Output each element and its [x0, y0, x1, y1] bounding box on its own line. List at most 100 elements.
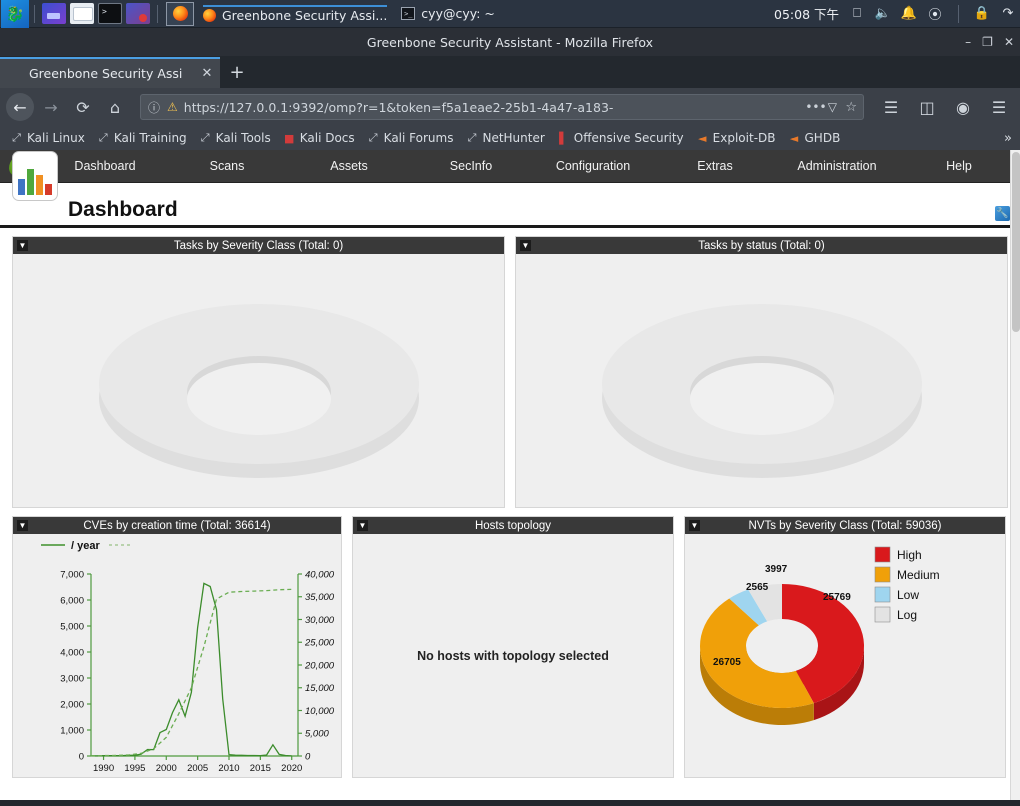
menu-item-help[interactable]: Help — [898, 151, 1020, 181]
chevron-down-icon[interactable]: ▼ — [17, 240, 28, 251]
browser-tab[interactable]: Greenbone Security Assi ✕ — [0, 57, 220, 88]
bookmark-ghdb[interactable]: ◄ GHDB — [784, 130, 845, 146]
close-icon[interactable]: ✕ — [200, 66, 214, 81]
firefox-launcher[interactable] — [166, 1, 194, 26]
bookmark-label: Kali Tools — [215, 131, 271, 145]
bookmark-exploit-db[interactable]: ◄ Exploit-DB — [692, 130, 780, 146]
back-button[interactable]: ← — [6, 93, 34, 121]
updates-icon[interactable]: ⦿ — [927, 6, 943, 23]
taskbar-divider — [34, 4, 35, 23]
axis-tick-label: 0 — [79, 751, 84, 762]
bell-icon[interactable]: 🔔 — [901, 6, 917, 22]
bookmarks-toolbar: ⤢ Kali Linux ⤢ Kali Training ⤢ Kali Tool… — [0, 126, 1020, 150]
menu-item-dashboard[interactable]: Dashboard — [44, 151, 166, 181]
menu-icon[interactable]: ☰ — [984, 93, 1014, 121]
axis-tick-label: 6,000 — [60, 595, 84, 606]
volume-icon[interactable]: 🔈 — [875, 6, 891, 22]
firefox-icon — [172, 6, 188, 21]
maximize-button[interactable]: ❐ — [982, 35, 993, 49]
kali-dragon-icon[interactable]: 🐉 — [1, 0, 29, 28]
axis-tick-label: 1995 — [124, 763, 145, 774]
pocket-icon[interactable]: ▽ — [825, 100, 839, 114]
forward-button[interactable]: → — [36, 93, 66, 121]
chevron-down-icon[interactable]: ▼ — [520, 240, 531, 251]
tasks-severity-empty-donut-chart — [98, 303, 419, 478]
account-icon[interactable]: ◉ — [948, 93, 978, 121]
page-actions-icon[interactable]: ••• — [805, 100, 826, 114]
tab-strip: Greenbone Security Assi ✕ + — [0, 56, 1020, 88]
menu-item-assets[interactable]: Assets — [288, 151, 410, 181]
legend-label-medium: Medium — [897, 568, 940, 582]
bookmark-kali-docs[interactable]: ■ Kali Docs — [279, 130, 359, 146]
wrench-edit-icon[interactable]: 🔧 — [995, 206, 1010, 221]
axis-tick-label: 2005 — [187, 763, 208, 774]
insecure-lock-icon[interactable]: ⚠ — [167, 100, 178, 114]
chevron-down-icon[interactable]: ▼ — [17, 520, 28, 531]
panel-body — [13, 254, 504, 507]
terminal-launcher[interactable] — [98, 3, 122, 24]
axis-tick-label: 20,000 — [304, 660, 335, 671]
bookmark-star-icon[interactable]: ☆ — [845, 100, 857, 115]
axis-tick-label: 1,000 — [60, 725, 84, 736]
minimize-button[interactable]: – — [965, 35, 971, 49]
menu-item-administration[interactable]: Administration — [776, 151, 898, 181]
sidebar-icon[interactable]: ◫ — [912, 93, 942, 121]
kali-dragon-icon: ⤢ — [200, 131, 210, 144]
menu-item-configuration[interactable]: Configuration — [532, 151, 654, 181]
lock-icon[interactable]: 🔒 — [974, 6, 990, 22]
bookmarks-overflow-icon[interactable]: » — [1004, 131, 1014, 146]
power-icon[interactable]: ↷ — [1000, 6, 1016, 22]
kali-docs-icon: ■ — [284, 131, 295, 145]
bookmark-kali-linux[interactable]: ⤢ Kali Linux — [6, 130, 89, 146]
donut-value-label-low: 2565 — [746, 582, 769, 593]
axis-tick-label: 5,000 — [60, 621, 84, 632]
hosts-empty-message: No hosts with topology selected — [417, 648, 609, 663]
home-button[interactable]: ⌂ — [100, 93, 130, 121]
legend-label-low: Low — [897, 588, 919, 602]
taskbar-window-firefox[interactable]: Greenbone Security Assi... — [203, 4, 388, 23]
chevron-down-icon[interactable]: ▼ — [357, 520, 368, 531]
url-text[interactable]: https://127.0.0.1:9392/omp?r=1&token=f5a… — [184, 100, 800, 115]
bookmark-kali-training[interactable]: ⤢ Kali Training — [93, 130, 191, 146]
menu-item-secinfo[interactable]: SecInfo — [410, 151, 532, 181]
axis-tick-label: 2,000 — [60, 699, 84, 710]
library-icon[interactable]: ☰ — [876, 93, 906, 121]
scrollbar-thumb[interactable] — [1012, 152, 1020, 332]
dashboard-body: ▼ Tasks by Severity Class (Total: 0) ▼ T… — [0, 228, 1020, 778]
kali-dragon-icon: ⤢ — [368, 131, 378, 144]
panel-body: 25769 26705 2565 3997 High Medium Low Log — [685, 534, 1005, 777]
axis-tick-label: 5,000 — [305, 729, 329, 740]
display-icon[interactable]: ⎕ — [849, 6, 865, 22]
chevron-down-icon[interactable]: ▼ — [689, 520, 700, 531]
taskbar-window-terminal[interactable]: >_ cyy@cyy: ~ — [401, 6, 495, 21]
donut-value-label-log: 3997 — [765, 564, 788, 575]
axis-tick-label: 0 — [305, 751, 311, 762]
close-button[interactable]: ✕ — [1004, 35, 1014, 49]
page-scrollbar[interactable] — [1010, 150, 1020, 800]
reload-button[interactable]: ⟳ — [68, 93, 98, 121]
bookmark-kali-tools[interactable]: ⤢ Kali Tools — [195, 130, 275, 146]
files-launcher[interactable] — [42, 3, 66, 24]
bookmark-kali-forums[interactable]: ⤢ Kali Forums — [363, 130, 458, 146]
panel-body: No hosts with topology selected — [353, 534, 673, 777]
tasks-status-empty-donut-chart — [601, 303, 922, 478]
terminal-icon: >_ — [401, 7, 416, 20]
axis-tick-label: 2015 — [250, 763, 271, 774]
taskbar-window-title: cyy@cyy: ~ — [421, 6, 495, 21]
url-bar[interactable]: ⓘ ⚠ https://127.0.0.1:9392/omp?r=1&token… — [140, 94, 864, 120]
bookmark-offensive-security[interactable]: ▌ Offensive Security — [553, 130, 688, 146]
cves-line-chart: / year 0 1,000 2,000 3,000 4,000 5,000 6,000 7,… — [13, 534, 341, 777]
bookmark-label: Kali Linux — [27, 131, 85, 145]
bookmark-nethunter[interactable]: ⤢ NetHunter — [461, 130, 548, 146]
page-header: Dashboard 🔧 — [0, 151, 1020, 228]
axis-tick-label: 2000 — [156, 763, 177, 774]
folder-launcher[interactable] — [70, 3, 94, 24]
new-tab-button[interactable]: + — [220, 57, 254, 88]
page-info-icon[interactable]: ⓘ — [147, 99, 161, 116]
menu-item-scans[interactable]: Scans — [166, 151, 288, 181]
panel-cves-by-creation-time: ▼ CVEs by creation time (Total: 36614) /… — [12, 516, 342, 778]
os-taskbar: 🐉 Greenbone Security Assi... >_ cyy@cyy:… — [0, 0, 1020, 28]
panel-header: ▼ Tasks by Severity Class (Total: 0) — [13, 237, 504, 254]
menu-item-extras[interactable]: Extras — [654, 151, 776, 181]
screen-record-launcher[interactable] — [126, 3, 150, 24]
